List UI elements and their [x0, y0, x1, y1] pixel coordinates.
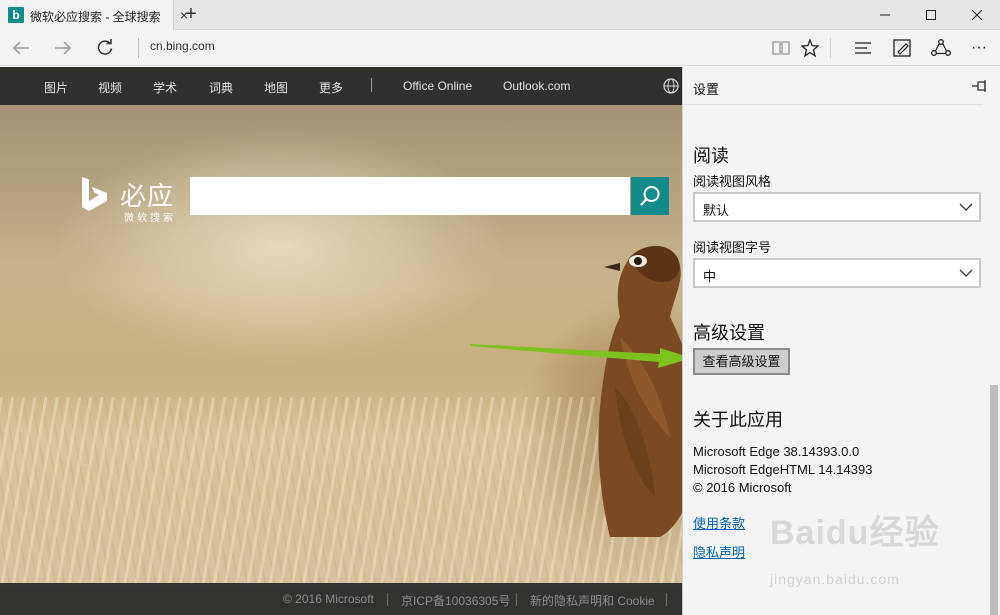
- toolbar-separator: [830, 38, 831, 58]
- hub-button[interactable]: [848, 34, 878, 62]
- footer-divider: [516, 593, 517, 606]
- bing-logo: 必应 微软搜索: [80, 173, 200, 225]
- chevron-down-icon: [959, 269, 973, 277]
- globe-icon[interactable]: [663, 78, 679, 94]
- watermark-url: jingyan.baidu.com: [770, 571, 900, 587]
- reading-view-button[interactable]: [766, 34, 796, 62]
- browser-tab[interactable]: b 微软必应搜索 - 全球搜索: [0, 0, 174, 30]
- refresh-icon: [97, 39, 113, 55]
- nav-item-images[interactable]: 图片: [44, 79, 68, 96]
- reading-style-label: 阅读视图风格: [693, 174, 772, 189]
- privacy-link[interactable]: 隐私声明: [693, 542, 745, 561]
- footer-divider: [666, 593, 667, 606]
- edgehtml-version: Microsoft EdgeHTML 14.14393: [693, 462, 873, 477]
- bing-footer: © 2016 Microsoft 京ICP备10036305号 新的隐私声明和 …: [0, 583, 682, 615]
- settings-title: 设置: [693, 82, 720, 97]
- forward-button[interactable]: [48, 34, 78, 62]
- nav-item-office-online[interactable]: Office Online: [403, 79, 472, 93]
- new-tab-button[interactable]: +: [180, 4, 202, 26]
- settings-scrollbar[interactable]: [987, 107, 999, 615]
- address-separator: [138, 38, 139, 58]
- chevron-down-icon: [959, 203, 973, 211]
- star-icon: [801, 39, 819, 57]
- maximize-button[interactable]: [908, 0, 954, 30]
- about-copyright: © 2016 Microsoft: [693, 480, 792, 495]
- book-icon: [772, 41, 790, 55]
- back-button[interactable]: [6, 34, 36, 62]
- background-grass: [0, 397, 682, 587]
- settings-header: 设置: [683, 67, 1000, 105]
- share-button[interactable]: [926, 34, 956, 62]
- logo-subtitle: 微软搜索: [124, 213, 176, 224]
- close-window-button[interactable]: [954, 0, 1000, 30]
- refresh-button[interactable]: [90, 34, 120, 62]
- scroll-thumb[interactable]: [990, 385, 998, 615]
- address-bar[interactable]: cn.bing.com: [150, 39, 215, 53]
- nav-item-dictionary[interactable]: 词典: [209, 79, 233, 96]
- reading-style-select[interactable]: 默认: [693, 192, 981, 222]
- edge-version: Microsoft Edge 38.14393.0.0: [693, 444, 860, 459]
- settings-divider: [683, 104, 983, 105]
- reading-font-label: 阅读视图字号: [693, 240, 772, 255]
- bing-top-nav: 图片 视频 学术 词典 地图 更多 Office Online Outlook.…: [0, 67, 682, 105]
- more-button[interactable]: ···: [964, 34, 994, 62]
- browser-toolbar: cn.bing.com ···: [0, 30, 1000, 66]
- footer-icp[interactable]: 京ICP备10036305号: [401, 592, 510, 609]
- terms-link[interactable]: 使用条款: [693, 513, 745, 532]
- view-advanced-settings-button[interactable]: 查看高级设置: [693, 348, 790, 375]
- advanced-section-title: 高级设置: [693, 323, 765, 343]
- bing-favicon-icon: b: [8, 7, 24, 23]
- title-bar: b 微软必应搜索 - 全球搜索 × +: [0, 0, 1000, 30]
- nav-item-academic[interactable]: 学术: [153, 79, 177, 96]
- bird-image: [598, 245, 682, 537]
- nav-item-videos[interactable]: 视频: [98, 79, 122, 96]
- search-icon: [640, 186, 660, 206]
- share-icon: [931, 39, 951, 56]
- reading-font-value: 中: [703, 269, 717, 284]
- search-button[interactable]: [631, 177, 669, 215]
- tab-title: 微软必应搜索 - 全球搜索: [30, 10, 161, 24]
- logo-text: 必应: [120, 181, 175, 211]
- footer-privacy-cookie[interactable]: 新的隐私声明和 Cookie: [530, 592, 655, 609]
- nav-item-more[interactable]: 更多: [319, 79, 343, 96]
- maximize-icon: [926, 10, 936, 20]
- reading-font-select[interactable]: 中: [693, 258, 981, 288]
- green-arrow-annotation: [470, 344, 692, 368]
- nav-item-maps[interactable]: 地图: [264, 79, 288, 96]
- about-section-title: 关于此应用: [693, 410, 783, 430]
- favorite-button[interactable]: [795, 34, 825, 62]
- watermark-text: Baidu经验: [770, 514, 940, 552]
- reading-style-value: 默认: [703, 203, 730, 218]
- bing-logo-icon: [82, 177, 107, 211]
- web-note-icon: [893, 39, 911, 57]
- close-icon: [972, 10, 982, 20]
- reading-section-title: 阅读: [693, 146, 729, 166]
- hub-icon: [855, 42, 871, 54]
- baidu-watermark: Baidu经验 jingyan.baidu.com: [770, 505, 980, 600]
- minimize-icon: [880, 14, 890, 16]
- minimize-button[interactable]: [862, 0, 908, 30]
- nav-divider: [371, 78, 372, 92]
- footer-divider: [387, 593, 388, 606]
- arrow-right-icon: [55, 41, 72, 55]
- arrow-left-icon: [12, 41, 29, 55]
- pin-icon[interactable]: [971, 77, 989, 95]
- web-note-button[interactable]: [887, 34, 917, 62]
- nav-item-outlook[interactable]: Outlook.com: [503, 79, 570, 93]
- search-input[interactable]: [190, 177, 630, 215]
- footer-copyright: © 2016 Microsoft: [283, 592, 374, 606]
